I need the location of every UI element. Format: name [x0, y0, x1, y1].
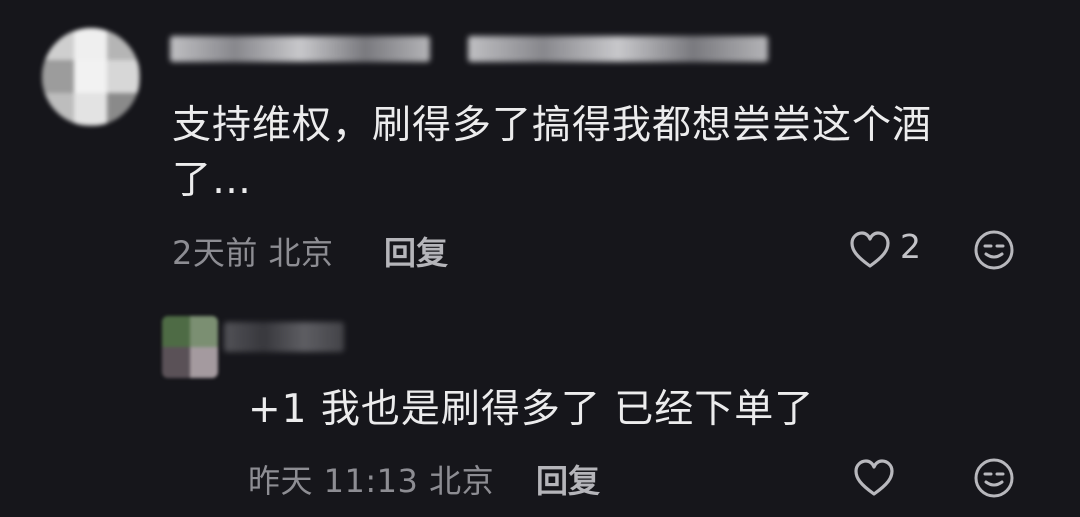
reply-meta: 昨天 11:13 北京 — [248, 462, 495, 500]
smiley-face-icon — [974, 230, 1014, 270]
comment-text-line2: 了… — [172, 158, 253, 203]
username-extra — [468, 36, 768, 62]
reply-text: +1 我也是刷得多了 已经下单了 — [248, 387, 815, 432]
reply-reaction-button[interactable] — [972, 456, 1016, 500]
reaction-button[interactable] — [972, 228, 1016, 272]
avatar[interactable] — [42, 28, 140, 126]
heart-outline-icon — [854, 459, 894, 496]
reply-button[interactable]: 回复 — [384, 228, 448, 274]
like-count: 2 — [900, 227, 921, 266]
comment-text-line1: 支持维权，刷得多了搞得我都想尝尝这个酒 — [172, 103, 933, 148]
reply-avatar[interactable] — [162, 316, 218, 378]
smiley-face-icon — [974, 458, 1014, 498]
reply-like-button[interactable] — [852, 456, 896, 500]
reply-reply-button[interactable]: 回复 — [536, 456, 600, 502]
reply-username[interactable] — [224, 322, 344, 352]
username[interactable] — [170, 36, 430, 62]
comment-text: 支持维权，刷得多了搞得我都想尝尝这个酒 了… — [172, 98, 1032, 208]
heart-outline-icon — [850, 231, 890, 268]
like-button[interactable] — [848, 228, 892, 272]
comment-meta: 2天前 北京 — [172, 234, 334, 272]
